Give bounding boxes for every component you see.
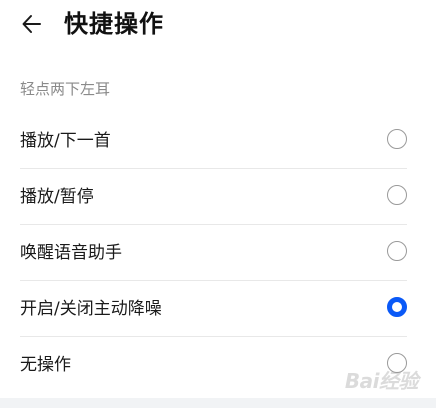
option-label: 播放/暂停: [20, 187, 94, 207]
section-title: 轻点两下左耳: [20, 80, 111, 98]
radio-button[interactable]: [387, 185, 407, 205]
option-label: 播放/下一首: [20, 131, 111, 151]
radio-button[interactable]: [387, 129, 407, 149]
option-noise-cancelling[interactable]: 开启/关闭主动降噪: [0, 281, 436, 337]
radio-button[interactable]: [387, 241, 407, 261]
header: 快捷操作: [0, 0, 436, 56]
option-list: 播放/下一首 播放/暂停 唤醒语音助手 开启/关闭主动降噪 无操作: [0, 113, 436, 393]
bottom-bar: [0, 398, 436, 408]
baidu-watermark: Bai经验: [344, 365, 419, 394]
quick-actions-page: 快捷操作 轻点两下左耳 播放/下一首 播放/暂停 唤醒语音助手 开启/关闭主动降…: [0, 0, 436, 408]
option-label: 无操作: [20, 355, 71, 375]
option-play-next[interactable]: 播放/下一首: [0, 113, 436, 169]
option-label: 开启/关闭主动降噪: [20, 299, 162, 319]
option-voice-assistant[interactable]: 唤醒语音助手: [0, 225, 436, 281]
option-play-pause[interactable]: 播放/暂停: [0, 169, 436, 225]
arrow-left-icon: [22, 15, 41, 33]
option-label: 唤醒语音助手: [20, 243, 122, 263]
page-title: 快捷操作: [64, 10, 164, 38]
watermark-text: Bai经验: [344, 369, 419, 393]
radio-button-selected[interactable]: [387, 297, 407, 317]
back-button[interactable]: [14, 6, 50, 42]
